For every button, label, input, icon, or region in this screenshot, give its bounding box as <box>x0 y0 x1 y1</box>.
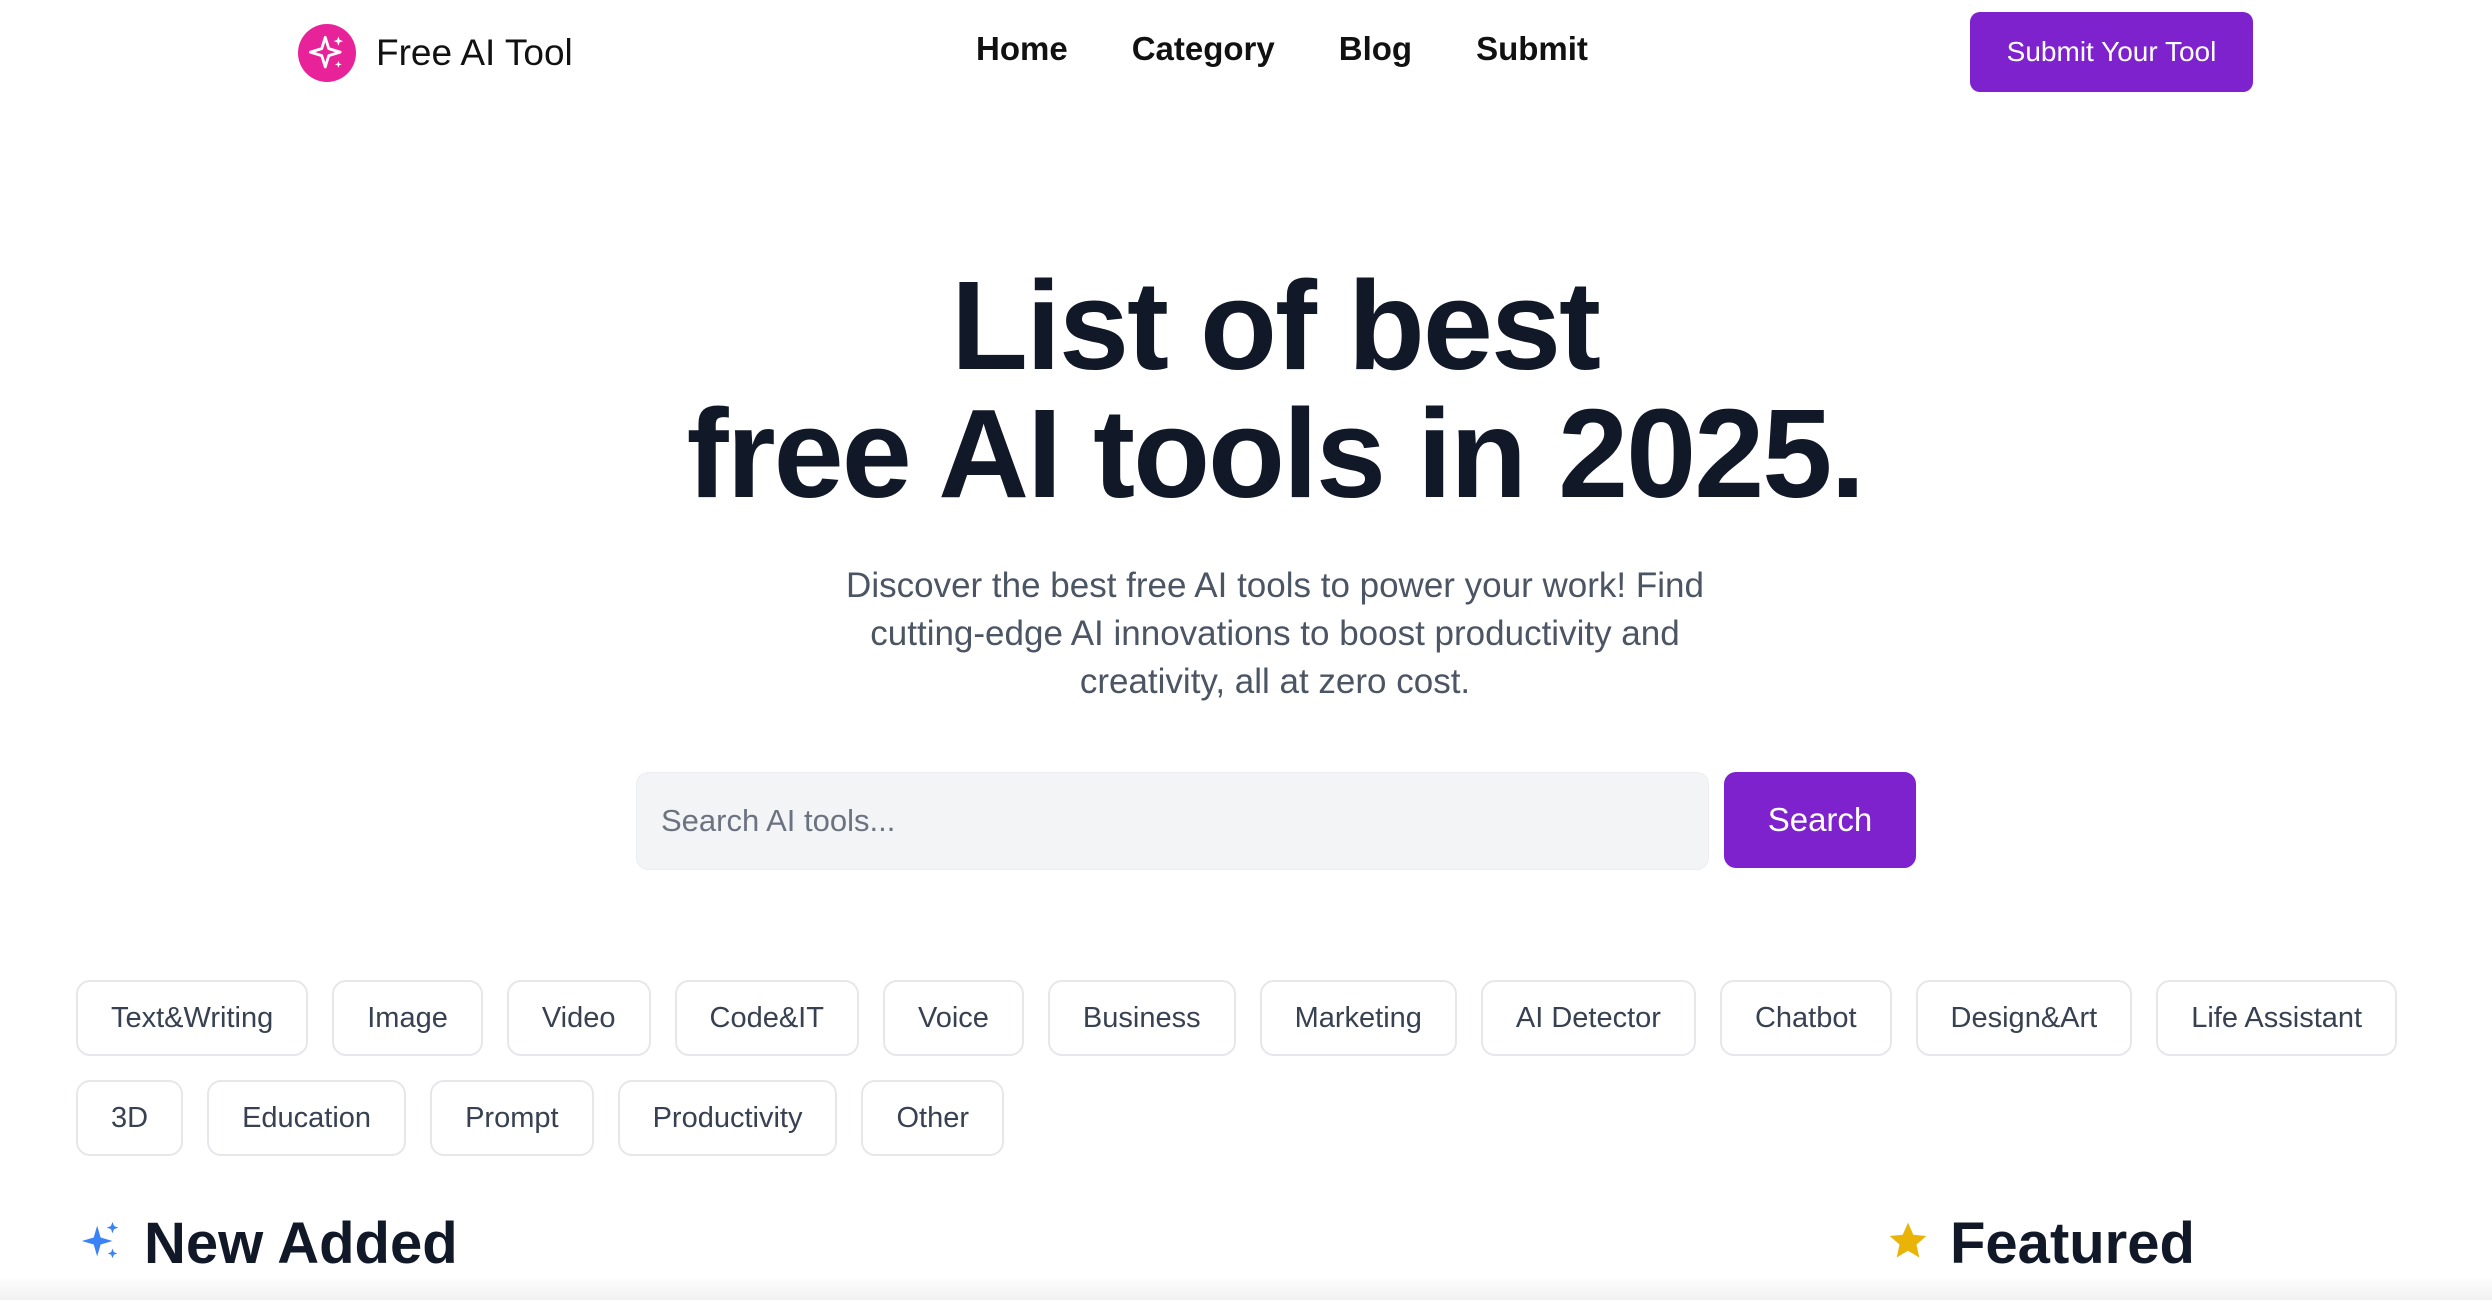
section-featured: Featured <box>1886 1210 2195 1277</box>
category-chip-video[interactable]: Video <box>506 980 651 1056</box>
sparkle-icon <box>298 24 356 82</box>
hero-title: List of best free AI tools in 2025. <box>0 262 2492 518</box>
hero-title-line-2: free AI tools in 2025. <box>686 383 1866 524</box>
category-chip-code-it[interactable]: Code&IT <box>674 980 859 1056</box>
category-chip-prompt[interactable]: Prompt <box>430 1080 594 1156</box>
hero-title-line-1: List of best <box>950 255 1601 396</box>
category-chips: Text&Writing Image Video Code&IT Voice B… <box>76 980 2416 1156</box>
star-icon <box>1886 1219 1930 1268</box>
section-new-added: New Added <box>78 1210 458 1277</box>
main-nav: Home Category Blog Submit <box>976 30 1588 68</box>
sparkles-icon <box>78 1218 124 1269</box>
nav-blog[interactable]: Blog <box>1339 30 1412 68</box>
content-fade-divider <box>0 1276 2492 1300</box>
section-title-featured: Featured <box>1950 1211 2195 1276</box>
nav-home[interactable]: Home <box>976 30 1068 68</box>
search-input[interactable] <box>636 772 1709 870</box>
category-chip-other[interactable]: Other <box>861 1080 1004 1156</box>
nav-submit[interactable]: Submit <box>1476 30 1588 68</box>
brand-name: Free AI Tool <box>376 32 573 73</box>
category-chip-design-art[interactable]: Design&Art <box>1915 980 2133 1056</box>
category-chip-image[interactable]: Image <box>332 980 483 1056</box>
category-chip-life-assistant[interactable]: Life Assistant <box>2156 980 2398 1056</box>
category-chip-education[interactable]: Education <box>207 1080 407 1156</box>
site-header: Free AI Tool Home Category Blog Submit S… <box>0 0 2492 106</box>
category-chip-voice[interactable]: Voice <box>882 980 1024 1056</box>
brand[interactable]: Free AI Tool <box>298 24 573 82</box>
category-chip-business[interactable]: Business <box>1047 980 1236 1056</box>
section-title-new-added: New Added <box>144 1211 458 1276</box>
category-chip-chatbot[interactable]: Chatbot <box>1719 980 1892 1056</box>
category-chip-ai-detector[interactable]: AI Detector <box>1480 980 1696 1056</box>
category-chip-text-writing[interactable]: Text&Writing <box>76 980 309 1056</box>
nav-category[interactable]: Category <box>1132 30 1275 68</box>
hero-subtitle: Discover the best free AI tools to power… <box>846 566 1704 701</box>
category-chip-3d[interactable]: 3D <box>76 1080 184 1156</box>
category-chip-productivity[interactable]: Productivity <box>617 1080 838 1156</box>
page: Free AI Tool Home Category Blog Submit S… <box>0 0 2492 1300</box>
submit-your-tool-button[interactable]: Submit Your Tool <box>1970 12 2253 92</box>
search-button[interactable]: Search <box>1724 772 1916 868</box>
category-chip-marketing[interactable]: Marketing <box>1259 980 1457 1056</box>
